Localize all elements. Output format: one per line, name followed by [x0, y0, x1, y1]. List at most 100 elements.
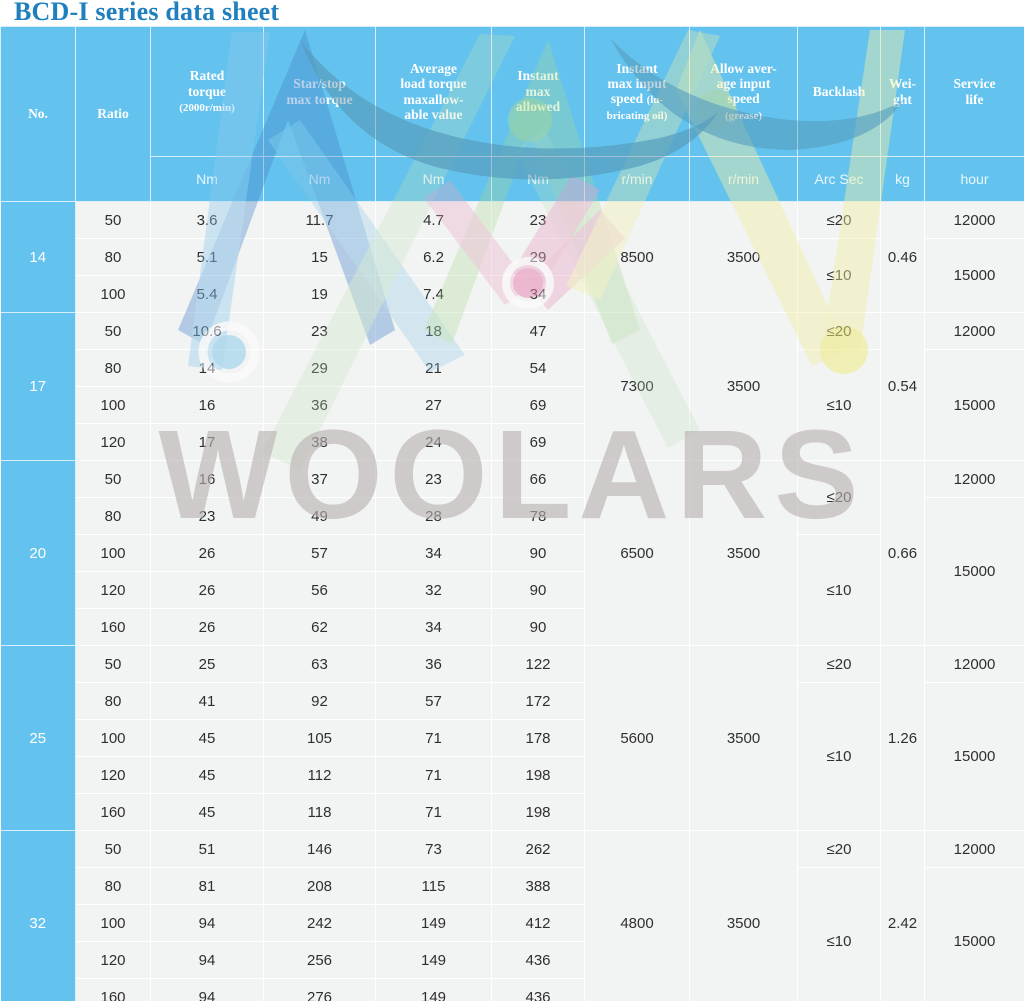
cell-backlash: ≤10 — [797, 867, 881, 1001]
cell-average-load-torque: 73 — [375, 830, 492, 868]
cell-instant-max-input-speed: 5600 — [584, 645, 690, 831]
cell-no: 32 — [0, 830, 76, 1001]
cell-instant-max-allowed: 262 — [491, 830, 585, 868]
cell-start-stop-torque: 19 — [263, 275, 376, 313]
im-line1: Instant — [517, 68, 559, 84]
col-header-ratio: Ratio — [75, 26, 151, 202]
cell-instant-max-input-speed: 7300 — [584, 312, 690, 461]
cell-instant-max-input-speed: 8500 — [584, 201, 690, 313]
cell-instant-max-allowed: 436 — [491, 941, 585, 979]
cell-average-load-torque: 149 — [375, 978, 492, 1001]
cell-rated-torque: 23 — [150, 497, 264, 535]
cell-no: 25 — [0, 645, 76, 831]
imis-line2: max input — [607, 75, 667, 91]
cell-instant-max-allowed: 122 — [491, 645, 585, 683]
cell-rated-torque: 17 — [150, 423, 264, 461]
cell-average-load-torque: 149 — [375, 904, 492, 942]
cell-ratio: 50 — [75, 201, 151, 239]
cell-start-stop-torque: 56 — [263, 571, 376, 609]
cell-ratio: 80 — [75, 349, 151, 387]
cell-rated-torque: 45 — [150, 756, 264, 794]
table-row: 25 50 25 63 36 122 5600 3500 ≤20 1.26 12000 — [0, 645, 1024, 831]
cell-weight: 0.46 — [880, 201, 925, 313]
cell-start-stop-torque: 256 — [263, 941, 376, 979]
cell-ratio: 50 — [75, 312, 151, 350]
col-header-average-load-torque: Average load torque maxallow- able value — [375, 26, 492, 157]
cell-instant-max-allowed: 198 — [491, 756, 585, 794]
cell-start-stop-torque: 38 — [263, 423, 376, 461]
imis-line5: bricating oil) — [606, 109, 668, 122]
cell-ratio: 80 — [75, 682, 151, 720]
cell-ratio: 50 — [75, 645, 151, 683]
weight-line1: Wei- — [889, 76, 916, 92]
col-header-backlash: Backlash — [797, 26, 881, 157]
table-header: No. Ratio Rated torque (2000r/min) Star/… — [0, 26, 1024, 202]
cell-backlash: ≤20 — [797, 460, 881, 535]
cell-backlash: ≤10 — [797, 349, 881, 461]
cell-average-load-torque: 71 — [375, 793, 492, 831]
cell-backlash: ≤20 — [797, 312, 881, 350]
cell-ratio: 50 — [75, 830, 151, 868]
cell-instant-max-allowed: 23 — [491, 201, 585, 239]
cell-ratio: 100 — [75, 719, 151, 757]
cell-start-stop-torque: 118 — [263, 793, 376, 831]
cell-start-stop-torque: 146 — [263, 830, 376, 868]
cell-start-stop-torque: 57 — [263, 534, 376, 572]
cell-ratio: 120 — [75, 571, 151, 609]
cell-average-load-torque: 57 — [375, 682, 492, 720]
spec-table: No. Ratio Rated torque (2000r/min) Star/… — [0, 26, 1024, 1001]
cell-service-life: 12000 — [924, 312, 1024, 350]
cell-ratio: 120 — [75, 756, 151, 794]
cell-average-load-torque: 149 — [375, 941, 492, 979]
cell-no: 20 — [0, 460, 76, 646]
cell-start-stop-torque: 105 — [263, 719, 376, 757]
weight-line2: ght — [893, 91, 912, 107]
im-line2: max — [525, 83, 551, 99]
cell-instant-max-allowed: 69 — [491, 386, 585, 424]
cell-no: 14 — [0, 201, 76, 313]
unit-backlash: Arc Sec — [797, 156, 881, 202]
cell-backlash: ≤10 — [797, 238, 881, 313]
unit-service-life: hour — [924, 156, 1024, 202]
cell-start-stop-torque: 23 — [263, 312, 376, 350]
cell-instant-max-allowed: 34 — [491, 275, 585, 313]
service-line1: Service — [953, 76, 996, 92]
cell-weight: 0.54 — [880, 312, 925, 461]
rated-line2: torque — [187, 83, 226, 99]
cell-ratio: 100 — [75, 386, 151, 424]
unit-weight: kg — [880, 156, 925, 202]
cell-start-stop-torque: 49 — [263, 497, 376, 535]
cell-rated-torque: 45 — [150, 719, 264, 757]
table-row: 100 26 57 34 90 ≤10 — [1, 534, 1024, 646]
cell-backlash: ≤10 — [797, 682, 881, 831]
col-header-instant-max-input-speed: Instant max input speed (lu- bricating o… — [584, 26, 690, 157]
cell-backlash: ≤20 — [797, 830, 881, 868]
cell-rated-torque: 94 — [150, 904, 264, 942]
cell-ratio: 100 — [75, 534, 151, 572]
cell-average-load-torque: 7.4 — [375, 275, 492, 313]
cell-instant-max-allowed: 47 — [491, 312, 585, 350]
cell-start-stop-torque: 63 — [263, 645, 376, 683]
aais-line2: age input — [716, 76, 771, 92]
service-line2: life — [965, 91, 984, 107]
cell-instant-max-allowed: 66 — [491, 460, 585, 498]
table-row: 80 14 29 21 54 ≤10 15000 — [1, 349, 1024, 461]
cell-average-load-torque: 21 — [375, 349, 492, 387]
cell-rated-torque: 16 — [150, 386, 264, 424]
cell-allow-average-input-speed: 3500 — [689, 201, 798, 313]
cell-rated-torque: 3.6 — [150, 201, 264, 239]
table-row: 80 5.1 15 6.2 29 ≤10 15000 — [1, 238, 1024, 313]
col-header-instant-max-allowed: Instant max allowed — [491, 26, 585, 157]
cell-ratio: 160 — [75, 608, 151, 646]
ss-line1: Star/stop — [293, 76, 346, 92]
aais-line1: Allow aver- — [710, 60, 777, 76]
cell-service-life: 15000 — [924, 238, 1024, 313]
unit-rated-torque: Nm — [150, 156, 264, 202]
im-line3: allowed — [515, 99, 561, 115]
cell-start-stop-torque: 29 — [263, 349, 376, 387]
cell-rated-torque: 45 — [150, 793, 264, 831]
alt-line3: maxallow- — [403, 91, 464, 107]
table-row: 80 81 208 115 388 ≤10 15000 — [1, 867, 1024, 1001]
cell-service-life: 15000 — [924, 867, 1024, 1001]
alt-line1: Average — [410, 60, 457, 76]
